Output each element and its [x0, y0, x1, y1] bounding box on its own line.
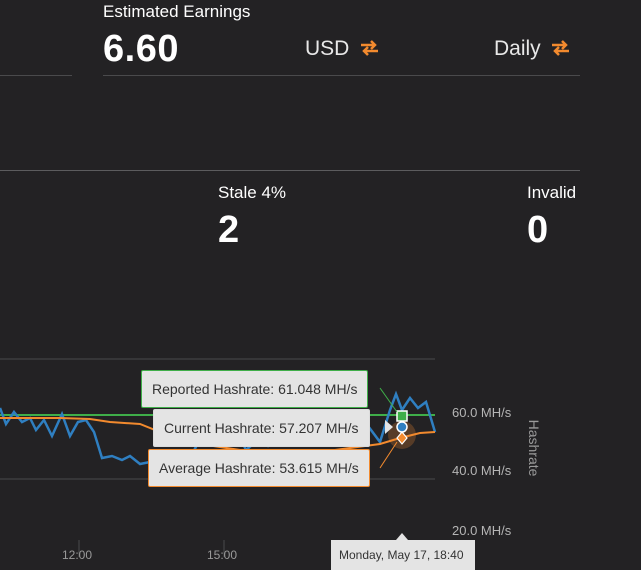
tooltip-current-pointer: [385, 420, 393, 434]
x-tick-1200: 12:00: [62, 548, 93, 562]
y-tick-60: 60.0 MH/s: [452, 405, 512, 420]
currency-toggle[interactable]: USD: [305, 37, 379, 61]
tooltip-date: Monday, May 17, 18:40: [331, 540, 475, 570]
reported-marker: [396, 410, 408, 422]
current-marker: [396, 421, 408, 433]
tooltip-average-hashrate: Average Hashrate: 53.615 MH/s: [148, 449, 370, 487]
tooltip-current-hashrate: Current Hashrate: 57.207 MH/s: [153, 409, 370, 447]
y-tick-20: 20.0 MH/s: [452, 523, 512, 538]
tooltip-date-pointer: [396, 533, 408, 540]
tooltip-reported-hashrate: Reported Hashrate: 61.048 MH/s: [141, 370, 369, 408]
stale-label: Stale 4%: [218, 183, 287, 202]
stale-value: 2: [218, 209, 240, 251]
earnings-divider: [103, 75, 580, 76]
swap-currency-icon[interactable]: [360, 40, 379, 61]
invalid-label: Invalid: [527, 183, 577, 202]
y-axis-title: Hashrate: [526, 419, 542, 477]
currency-label: USD: [305, 37, 350, 60]
stats-divider: [0, 170, 580, 171]
period-label: Daily: [494, 37, 541, 60]
earnings-title: Estimated Earnings: [103, 2, 251, 21]
invalid-value: 0: [527, 209, 549, 251]
x-tick-1500: 15:00: [207, 548, 238, 562]
swap-period-icon[interactable]: [551, 40, 570, 61]
period-toggle[interactable]: Daily: [494, 37, 570, 61]
y-tick-40: 40.0 MH/s: [452, 463, 512, 478]
earnings-value: 6.60: [103, 28, 179, 70]
top-left-divider: [0, 75, 72, 76]
